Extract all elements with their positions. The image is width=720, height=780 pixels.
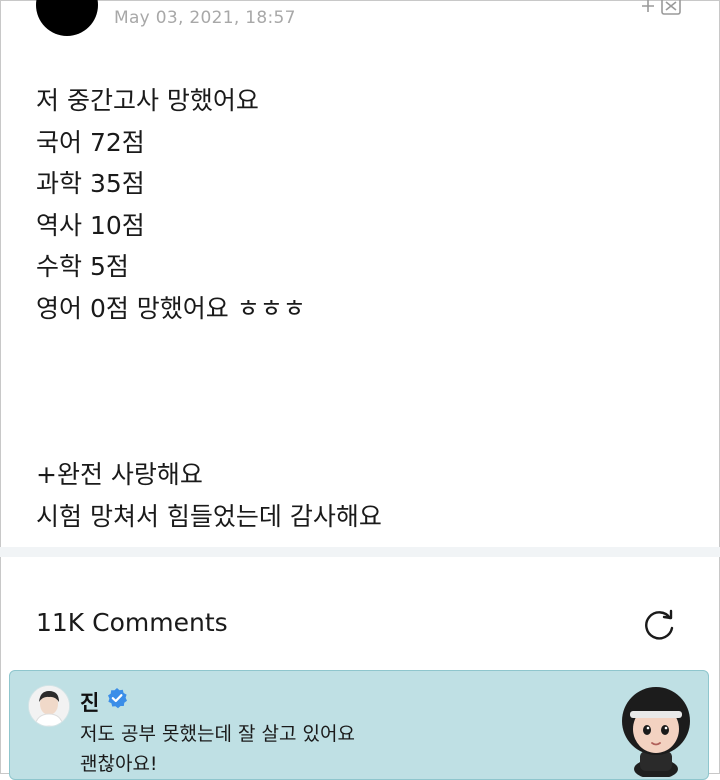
post-timestamp: May 03, 2021, 18:57 — [114, 8, 296, 28]
post-line: 국어 72점 — [36, 127, 145, 157]
comment-line: 저도 공부 못했는데 잘 살고 있어요 — [80, 723, 355, 745]
refresh-icon[interactable] — [640, 606, 678, 644]
author-avatar[interactable] — [36, 0, 98, 36]
post-line: 수학 5점 — [36, 252, 129, 281]
section-divider — [0, 547, 720, 557]
post-line: 영어 0점 망했어요 ㅎㅎㅎ — [36, 293, 306, 323]
comment-line: 괜찮아요! — [80, 753, 158, 775]
post-line: 역사 10점 — [36, 210, 145, 240]
translate-icon[interactable] — [640, 0, 684, 18]
commenter-avatar[interactable] — [28, 685, 70, 727]
verified-badge-icon — [108, 688, 127, 709]
post-line: +완전 사랑해요 — [36, 460, 203, 489]
comment-body: 저도 공부 못했는데 잘 살고 있어요 괜찮아요! — [80, 719, 600, 779]
artist-comment-card[interactable]: 진 저도 공부 못했는데 잘 살고 있어요 괜찮아요! — [9, 670, 709, 780]
character-sticker-icon — [622, 687, 690, 777]
post-line: 시험 망쳐서 힘들었는데 감사해요 — [36, 501, 382, 531]
comments-count: 11K Comments — [36, 608, 228, 637]
post-line: 과학 35점 — [36, 169, 145, 198]
post-header: May 03, 2021, 18:57 — [0, 0, 720, 40]
post-spacer — [36, 329, 676, 454]
commenter-name: 진 — [80, 691, 100, 715]
post-line: 저 중간고사 망했어요 — [36, 86, 259, 115]
post-body: 저 중간고사 망했어요 국어 72점 과학 35점 역사 10점 수학 5점 영… — [36, 80, 676, 537]
